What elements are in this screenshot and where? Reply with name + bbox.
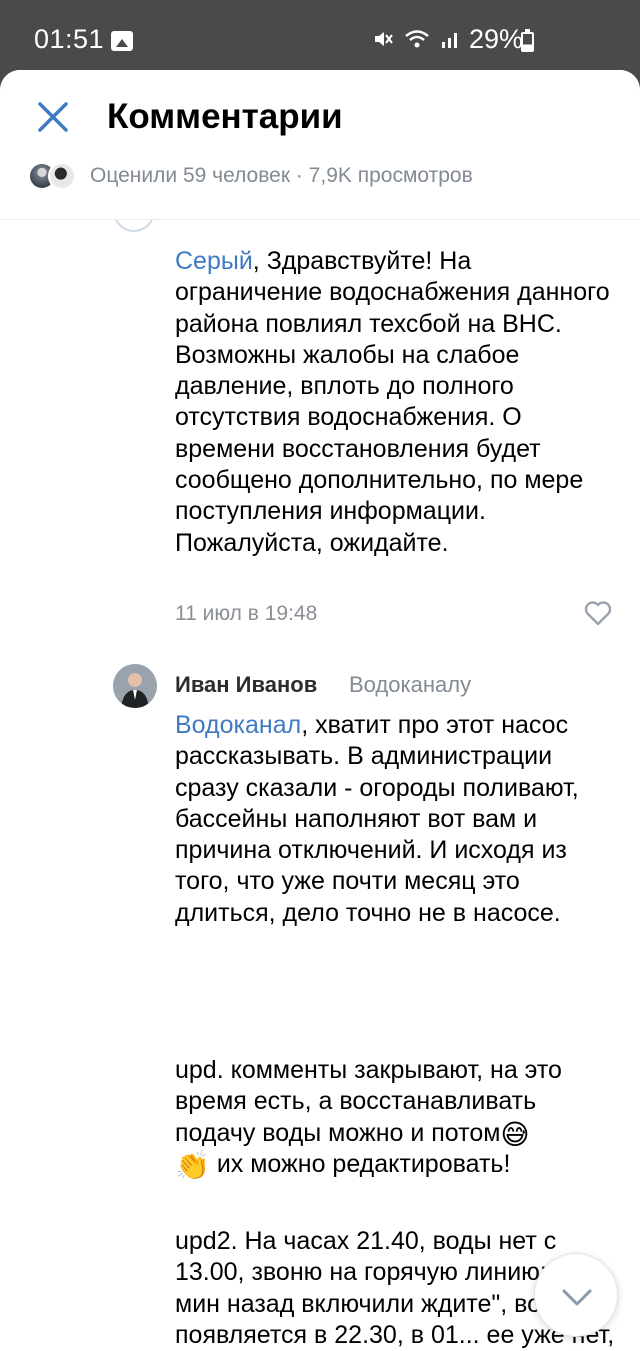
sheet-header: Комментарии Оценили 59 человек · 7,9K пр… [0, 70, 640, 220]
wifi-icon [405, 30, 429, 48]
author-name[interactable]: Иван Иванов [175, 672, 317, 698]
comment-body: , Здравствуйте! На ограничение водоснабж… [175, 247, 610, 557]
clapping-emoji: 👏 [175, 1150, 210, 1181]
status-icons [372, 28, 462, 50]
person-photo [113, 664, 157, 708]
heart-icon[interactable] [584, 600, 612, 626]
signal-icon [442, 33, 457, 48]
mention-link[interactable]: Серый [175, 247, 253, 275]
likes-summary[interactable]: Оценили 59 человек · 7,9K просмотров [28, 162, 473, 190]
comment-body: их можно редактировать! [209, 1150, 511, 1178]
comment-text: Серый, Здравствуйте! На ограничение водо… [175, 246, 615, 559]
gallery-icon [111, 31, 133, 51]
battery-icon [521, 29, 534, 52]
reply-to[interactable]: Водоканалу [349, 672, 471, 698]
status-time: 01:51 [34, 24, 105, 54]
close-icon [38, 102, 68, 132]
comment-text: Водоканал, хватит про этот насос рассказ… [175, 710, 615, 929]
comment-body: , хватит про этот насос рассказывать. В … [175, 711, 579, 927]
comments-sheet: Комментарии Оценили 59 человек · 7,9K пр… [0, 70, 640, 1351]
comment-text-update: upd. комменты закрывают, на это время ес… [175, 1055, 615, 1149]
likes-text: Оценили 59 человек · 7,9K просмотров [90, 164, 473, 187]
sweat-smile-emoji: 😅 [500, 1118, 530, 1150]
comment-text-update-line: 👏 их можно редактировать! [175, 1149, 615, 1180]
avatar [48, 162, 76, 190]
comment-date[interactable]: 11 июл в 19:48 [175, 602, 317, 626]
avatar[interactable] [113, 664, 157, 708]
status-bar: 01:51 29% [0, 0, 640, 72]
mute-icon [375, 32, 393, 46]
page-title: Комментарии [107, 97, 343, 136]
close-button[interactable] [30, 94, 76, 140]
battery-percent: 29% [469, 24, 524, 54]
scroll-down-button[interactable] [534, 1253, 618, 1337]
mention-link[interactable]: Водоканал [175, 711, 301, 739]
chevron-down-icon [562, 1289, 592, 1306]
